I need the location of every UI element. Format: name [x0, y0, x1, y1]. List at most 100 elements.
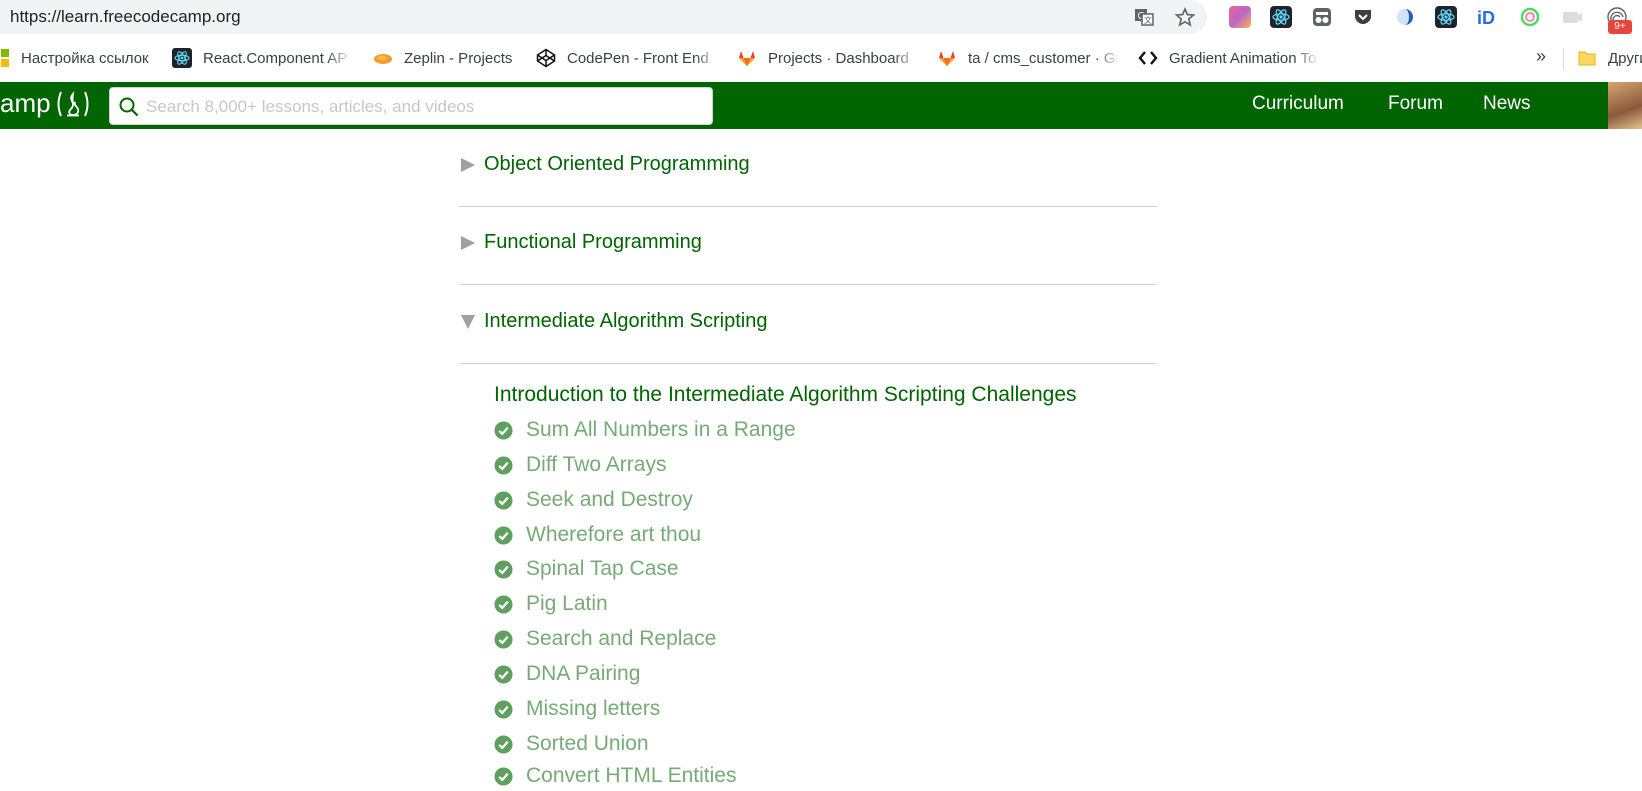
challenge-label: Seek and Destroy: [526, 488, 693, 511]
url-text[interactable]: https://learn.freecodecamp.org: [10, 7, 241, 27]
completed-check-icon: [494, 664, 513, 684]
section-functional-programming[interactable]: Functional Programming: [459, 206, 1157, 285]
bookmark-item[interactable]: React.Component API: [172, 47, 348, 69]
challenge-item[interactable]: Seek and Destroy: [494, 485, 693, 515]
bookmarks-bar: Настройка ссылок React.Component API Zep…: [0, 34, 1642, 83]
search-icon: [119, 97, 139, 117]
nav-forum-link[interactable]: Forum: [1388, 93, 1443, 115]
fcc-logo[interactable]: amp: [0, 88, 93, 119]
flame-icon: [57, 90, 89, 116]
translate-icon[interactable]: G文: [1134, 7, 1154, 27]
logo-text: amp: [0, 88, 51, 118]
gitlab-icon: [939, 51, 955, 66]
palette-extension-icon[interactable]: [1229, 6, 1251, 28]
challenge-label: Search and Replace: [526, 627, 717, 650]
completed-check-icon: [494, 525, 513, 545]
site-navbar: amp Curriculum Forum News: [0, 82, 1642, 129]
camera-extension-icon[interactable]: [1561, 6, 1583, 28]
challenge-item[interactable]: DNA Pairing: [494, 659, 640, 689]
section-object-oriented-programming[interactable]: Object Oriented Programming: [459, 128, 1157, 207]
challenge-item[interactable]: Sorted Union: [494, 729, 649, 759]
bookmarks-divider: [1563, 48, 1564, 70]
bookmark-item[interactable]: Gradient Animation Tool: [1138, 47, 1316, 69]
section-intermediate-algorithm-scripting[interactable]: Intermediate Algorithm Scripting: [459, 285, 1157, 364]
bookmark-item[interactable]: CodePen - Front End: [536, 47, 716, 69]
bookmark-fade: [694, 44, 720, 72]
zeplin-icon: [374, 54, 392, 64]
section-title[interactable]: Functional Programming: [484, 231, 702, 254]
challenge-item[interactable]: Wherefore art thou: [494, 520, 701, 550]
bookmark-label: CodePen - Front End: [567, 49, 709, 67]
challenge-label: Sorted Union: [526, 732, 649, 755]
challenge-label: Diff Two Arrays: [526, 453, 667, 476]
expanded-triangle-icon: [461, 315, 475, 329]
challenge-item[interactable]: Sum All Numbers in a Range: [494, 415, 796, 445]
bookmark-star-icon[interactable]: [1175, 7, 1195, 27]
completed-check-icon: [494, 559, 513, 579]
gitlab-icon: [739, 51, 755, 66]
bookmark-fade: [326, 44, 352, 72]
completed-check-icon: [494, 455, 513, 475]
challenge-label: Pig Latin: [526, 592, 608, 615]
collapsed-triangle-icon: [461, 158, 475, 172]
challenge-item[interactable]: Spinal Tap Case: [494, 554, 679, 584]
notification-badge: 9+: [1608, 20, 1632, 34]
bookmark-fade: [893, 44, 919, 72]
react-icon[interactable]: [1435, 6, 1457, 28]
collapsed-triangle-icon: [461, 236, 475, 250]
section-title[interactable]: Object Oriented Programming: [484, 153, 750, 176]
challenge-label: Missing letters: [526, 697, 661, 720]
challenge-item[interactable]: Missing letters: [494, 694, 660, 724]
section-title[interactable]: Intermediate Algorithm Scripting: [484, 310, 767, 333]
svg-text:文: 文: [1144, 15, 1152, 25]
intro-challenge-link[interactable]: Introduction to the Intermediate Algorit…: [494, 383, 1077, 407]
completed-check-icon: [494, 594, 513, 614]
completed-check-icon: [494, 766, 513, 786]
bookmark-item[interactable]: Zeplin - Projects: [373, 47, 512, 69]
challenge-label: DNA Pairing: [526, 662, 641, 685]
loader-extension-icon[interactable]: [1394, 6, 1416, 28]
completed-check-icon: [494, 734, 513, 754]
challenge-label: Convert HTML Entities: [526, 764, 737, 787]
bookmark-label: Другие закладки: [1608, 49, 1642, 67]
nav-curriculum-link[interactable]: Curriculum: [1252, 93, 1344, 115]
challenge-label: Sum All Numbers in a Range: [526, 418, 796, 441]
challenge-item[interactable]: Search and Replace: [494, 624, 716, 654]
completed-check-icon: [494, 699, 513, 719]
pocket-icon[interactable]: [1352, 6, 1374, 28]
windows-icon: [1, 49, 9, 67]
incognito-extension-icon[interactable]: [1311, 6, 1333, 28]
search-input[interactable]: [144, 88, 708, 126]
challenge-item[interactable]: Pig Latin: [494, 589, 608, 619]
svg-text:iD: iD: [1477, 8, 1495, 28]
code-brackets-icon: [1138, 51, 1158, 65]
bookmark-item[interactable]: Projects · Dashboard: [737, 47, 915, 69]
challenge-label: Spinal Tap Case: [526, 557, 679, 580]
completed-check-icon: [494, 629, 513, 649]
color-wheel-icon[interactable]: [1519, 6, 1541, 28]
browser-toolbar: https://learn.freecodecamp.org G文 iD 9+: [0, 0, 1642, 34]
react-icon: [172, 48, 192, 68]
folder-icon: [1578, 51, 1596, 66]
bookmark-fade: [1294, 44, 1320, 72]
bookmark-label: Настройка ссылок: [21, 49, 149, 67]
challenge-item[interactable]: Diff Two Arrays: [494, 450, 666, 480]
other-bookmarks-folder[interactable]: Другие закладки: [1577, 47, 1642, 69]
bookmark-label: Zeplin - Projects: [404, 49, 513, 67]
search-box[interactable]: [109, 87, 713, 126]
bookmark-fade: [1095, 44, 1121, 72]
id-extension-icon[interactable]: iD: [1476, 6, 1498, 28]
challenge-item[interactable]: Convert HTML Entities: [494, 761, 736, 791]
bookmark-item[interactable]: Настройка ссылок: [0, 47, 149, 69]
completed-check-icon: [494, 420, 513, 440]
bookmark-item[interactable]: ta / cms_customer · GitLab: [937, 47, 1117, 69]
more-bookmarks-button[interactable]: »: [1536, 46, 1546, 67]
nav-news-link[interactable]: News: [1483, 93, 1531, 115]
completed-check-icon: [494, 490, 513, 510]
bookmark-label: Projects · Dashboard: [768, 49, 909, 67]
codepen-icon: [536, 48, 556, 68]
address-bar[interactable]: https://learn.freecodecamp.org G文: [0, 0, 1207, 34]
user-avatar[interactable]: [1608, 82, 1642, 129]
react-devtools-icon[interactable]: [1270, 6, 1292, 28]
challenge-label: Wherefore art thou: [526, 523, 702, 546]
